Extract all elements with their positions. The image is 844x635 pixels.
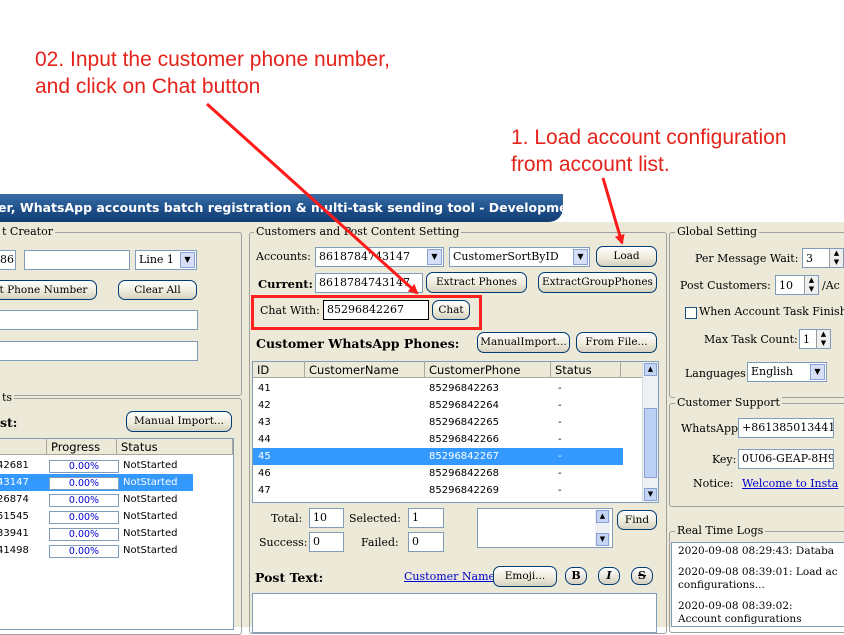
arrow-to-load	[601, 177, 625, 245]
annotation-arrows	[205, 102, 625, 295]
arrow-to-chat	[205, 102, 419, 295]
